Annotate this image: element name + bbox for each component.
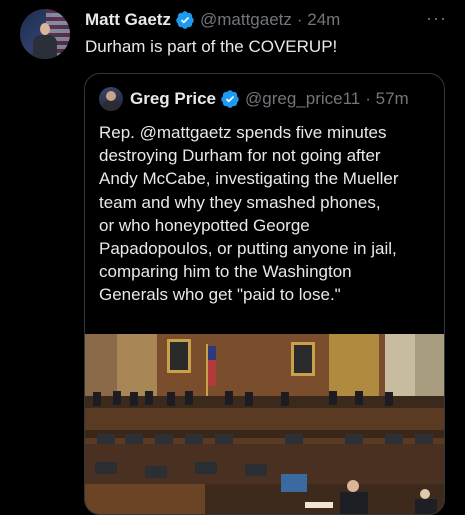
tweet-header: Matt Gaetz @mattgaetz · 24m <box>85 9 449 31</box>
hearing-room-media[interactable] <box>85 334 444 514</box>
quoted-tweet-header: Greg Price @greg_price11 · 57m <box>130 89 409 109</box>
quoted-text-line: team and why they smashed phones, <box>99 192 381 212</box>
quoted-tweet-timestamp: · 57m <box>365 89 409 108</box>
tweet-timestamp[interactable]: · 24m <box>297 10 340 30</box>
quoted-text-line: or who honeypotted George <box>99 215 310 235</box>
quoted-text-line: Rep. @mattgaetz spends five minutes <box>99 123 387 142</box>
quoted-text-line: comparing him to the Washington <box>99 262 352 282</box>
verified-badge-icon <box>220 89 240 109</box>
more-options-icon[interactable]: ··· <box>426 8 447 29</box>
author-avatar[interactable] <box>20 9 70 59</box>
avatar-person-head <box>40 23 50 35</box>
quoted-text-line: Papadopoulos, or putting anyone in jail, <box>99 239 397 259</box>
quoted-author-name: Greg Price <box>130 89 216 108</box>
quoted-text-line: destroying Durham for not going after <box>99 146 381 166</box>
avatar-person-body <box>33 35 57 59</box>
author-name[interactable]: Matt Gaetz <box>85 10 171 30</box>
quoted-text-line: Generals who get "paid to lose." <box>99 285 341 305</box>
quoted-author-handle: @greg_price11 <box>245 89 361 108</box>
quoted-text-line: Andy McCabe, investigating the Mueller <box>99 169 399 189</box>
quoted-author-avatar <box>99 87 123 111</box>
quoted-tweet-card[interactable]: Greg Price @greg_price11 · 57m Rep. @mat… <box>84 73 445 515</box>
hearing-room-illustration <box>85 334 444 514</box>
verified-badge-icon <box>175 10 195 30</box>
quoted-tweet-text: Rep. @mattgaetz spends five minutes dest… <box>99 121 435 307</box>
tweet-text: Durham is part of the COVERUP! <box>85 37 338 56</box>
author-handle[interactable]: @mattgaetz <box>200 10 292 30</box>
